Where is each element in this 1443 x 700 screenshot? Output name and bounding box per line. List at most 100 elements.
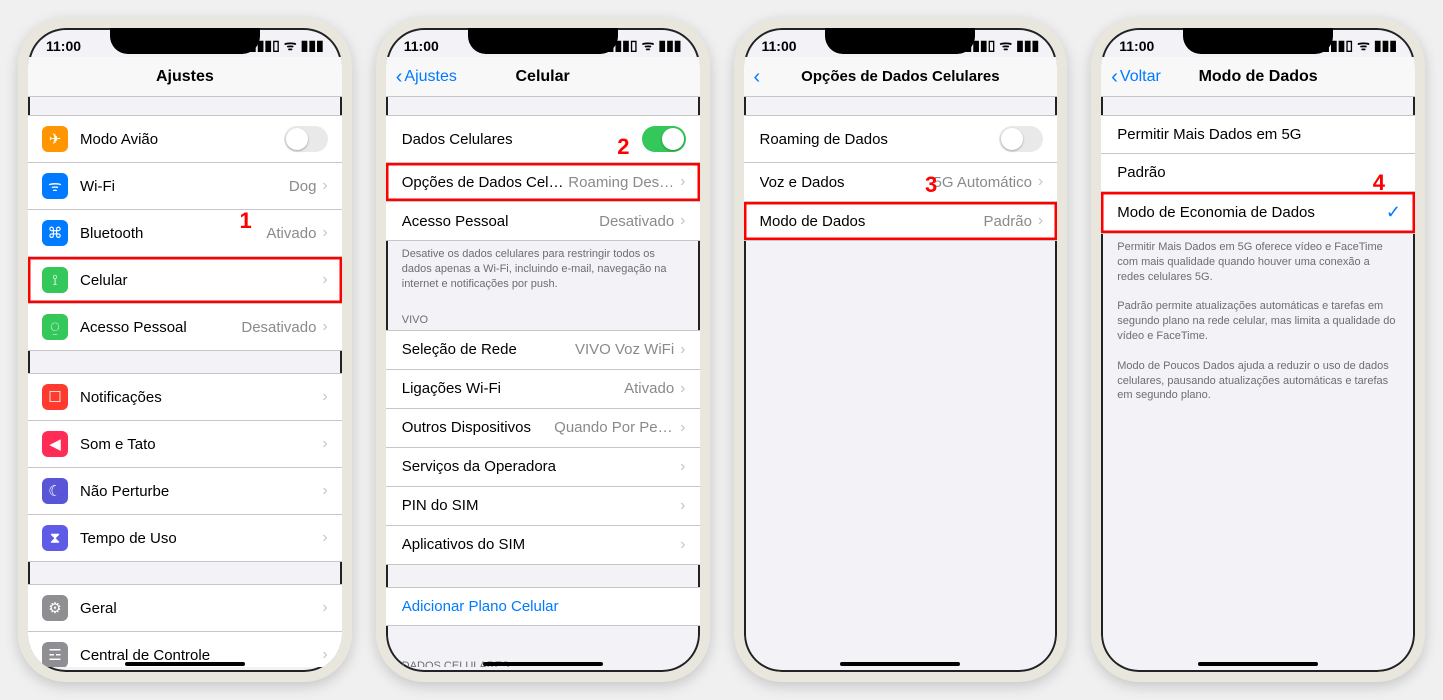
row-label: Dados Celulares	[402, 131, 642, 148]
row-sounds[interactable]: ◀Som e Tato›	[28, 420, 342, 467]
row-wifi[interactable]: ᯤWi-FiDog›	[28, 162, 342, 209]
row-value: Ativado	[624, 380, 674, 397]
home-indicator[interactable]	[125, 662, 245, 666]
home-indicator[interactable]	[840, 662, 960, 666]
row-roaming-de-dados[interactable]: Roaming de Dados	[744, 115, 1058, 162]
back-button[interactable]: ‹	[754, 67, 761, 87]
footer-text: Desative os dados celulares para restrin…	[386, 241, 700, 292]
row-label: Modo Avião	[80, 131, 284, 148]
row-general[interactable]: ⚙Geral›	[28, 584, 342, 631]
row-label: Acesso Pessoal	[80, 319, 241, 336]
wifi-icon: ᯤ	[642, 36, 655, 55]
row-hotspot[interactable]: ⍜Acesso PessoalDesativado›	[28, 303, 342, 351]
cellular-content[interactable]: 2 Dados CelularesOpções de Dados Celular…	[386, 97, 700, 667]
moon-icon: ☾	[42, 478, 68, 504]
chevron-right-icon: ›	[680, 380, 685, 398]
row-modo-de-dados[interactable]: Modo de DadosPadrão›	[744, 201, 1058, 241]
row-label: PIN do SIM	[402, 497, 680, 514]
row-padr-o[interactable]: Padrão	[1101, 153, 1415, 191]
row-value: VIVO Voz WiFi	[575, 341, 674, 358]
wifi-icon: ᯤ	[999, 36, 1012, 55]
chevron-right-icon: ›	[1038, 212, 1043, 230]
row-value: 5G Automático	[934, 174, 1032, 191]
chevron-right-icon: ›	[680, 173, 685, 191]
wifi-icon: ᯤ	[42, 173, 68, 199]
row-op-es-de-dados-celulares[interactable]: Opções de Dados CelularesRoaming Des…›	[386, 162, 700, 201]
home-indicator[interactable]	[1198, 662, 1318, 666]
notch	[468, 28, 618, 54]
row-servi-os-da-operadora[interactable]: Serviços da Operadora›	[386, 447, 700, 486]
row-label: Aplicativos do SIM	[402, 536, 680, 553]
switches-icon: ☲	[42, 642, 68, 667]
row-dados-celulares[interactable]: Dados Celulares	[386, 115, 700, 162]
navbar: ‹ Ajustes Celular	[386, 57, 700, 97]
row-value: Roaming Des…	[568, 174, 674, 191]
row-cellular[interactable]: ⟟Celular›	[28, 256, 342, 303]
page-title: Opções de Dados Celulares	[801, 68, 999, 85]
row-value: Desativado	[241, 319, 316, 336]
checkmark-icon: ✓	[1386, 202, 1401, 223]
hourglass-icon: ⧗	[42, 525, 68, 551]
wifi-icon: ᯤ	[284, 36, 297, 55]
row-outros-dispositivos[interactable]: Outros DispositivosQuando Por Perto›	[386, 408, 700, 447]
row-pin-do-sim[interactable]: PIN do SIM›	[386, 486, 700, 525]
navbar: ‹ Voltar Modo de Dados	[1101, 57, 1415, 97]
row-label: Modo de Economia de Dados	[1117, 204, 1386, 221]
row-aplicativos-do-sim[interactable]: Aplicativos do SIM›	[386, 525, 700, 565]
row-label: Tempo de Uso	[80, 530, 322, 547]
row-bluetooth[interactable]: ⌘BluetoothAtivado›	[28, 209, 342, 256]
row-label: Voz e Dados	[760, 174, 934, 191]
chevron-right-icon: ›	[322, 599, 327, 617]
row-permitir-mais-dados-em-5g[interactable]: Permitir Mais Dados em 5G	[1101, 115, 1415, 153]
row-dnd[interactable]: ☾Não Perturbe›	[28, 467, 342, 514]
row-label: Roaming de Dados	[760, 131, 1000, 148]
row-notifications[interactable]: ☐Notificações›	[28, 373, 342, 420]
back-button[interactable]: ‹ Ajustes	[396, 67, 457, 87]
chevron-left-icon: ‹	[1111, 67, 1118, 87]
row-label: Padrão	[1117, 164, 1401, 181]
callout-3: 3	[925, 172, 937, 198]
home-indicator[interactable]	[483, 662, 603, 666]
back-label: Ajustes	[404, 68, 456, 86]
chevron-right-icon: ›	[322, 482, 327, 500]
notch	[825, 28, 975, 54]
row-screentime[interactable]: ⧗Tempo de Uso›	[28, 514, 342, 562]
chevron-left-icon: ‹	[754, 67, 761, 87]
settings-content[interactable]: 1 ✈Modo AviãoᯤWi-FiDog›⌘BluetoothAtivado…	[28, 97, 342, 667]
row-voz-e-dados[interactable]: Voz e Dados5G Automático›	[744, 162, 1058, 201]
speaker-icon: ◀	[42, 431, 68, 457]
callout-2: 2	[617, 134, 629, 160]
battery-icon: ▮▮▮	[658, 37, 681, 54]
chevron-right-icon: ›	[322, 318, 327, 336]
row-value: Dog	[289, 178, 317, 195]
row-airplane[interactable]: ✈Modo Avião	[28, 115, 342, 162]
status-time: 11:00	[46, 38, 81, 54]
row-label: Notificações	[80, 389, 322, 406]
row-value: Ativado	[266, 225, 316, 242]
notch	[110, 28, 260, 54]
chevron-right-icon: ›	[680, 419, 685, 437]
row-value: Desativado	[599, 213, 674, 230]
toggle-switch[interactable]	[284, 126, 328, 152]
row-modo-de-economia-de-dados[interactable]: Modo de Economia de Dados✓	[1101, 191, 1415, 234]
row-acesso-pessoal[interactable]: Acesso PessoalDesativado›	[386, 201, 700, 241]
status-time: 11:00	[404, 38, 439, 54]
navbar: Ajustes	[28, 57, 342, 97]
toggle-switch[interactable]	[999, 126, 1043, 152]
chevron-right-icon: ›	[322, 388, 327, 406]
chevron-right-icon: ›	[322, 224, 327, 242]
data-options-content[interactable]: 3 Roaming de Dados Voz e Dados5G Automáti…	[744, 97, 1058, 667]
row-liga-es-wi-fi[interactable]: Ligações Wi-FiAtivado›	[386, 369, 700, 408]
chevron-right-icon: ›	[680, 341, 685, 359]
data-mode-content[interactable]: 4 Permitir Mais Dados em 5GPadrãoModo de…	[1101, 97, 1415, 667]
back-button[interactable]: ‹ Voltar	[1111, 67, 1161, 87]
chevron-right-icon: ›	[322, 271, 327, 289]
row-label: Acesso Pessoal	[402, 213, 599, 230]
chevron-right-icon: ›	[680, 536, 685, 554]
row-sele-o-de-rede[interactable]: Seleção de RedeVIVO Voz WiFi ›	[386, 330, 700, 369]
chevron-right-icon: ›	[322, 177, 327, 195]
row-label: Modo de Dados	[760, 213, 984, 230]
row-adicionar-plano-celular[interactable]: Adicionar Plano Celular	[386, 587, 700, 626]
row-label: Seleção de Rede	[402, 341, 575, 358]
toggle-switch[interactable]	[642, 126, 686, 152]
